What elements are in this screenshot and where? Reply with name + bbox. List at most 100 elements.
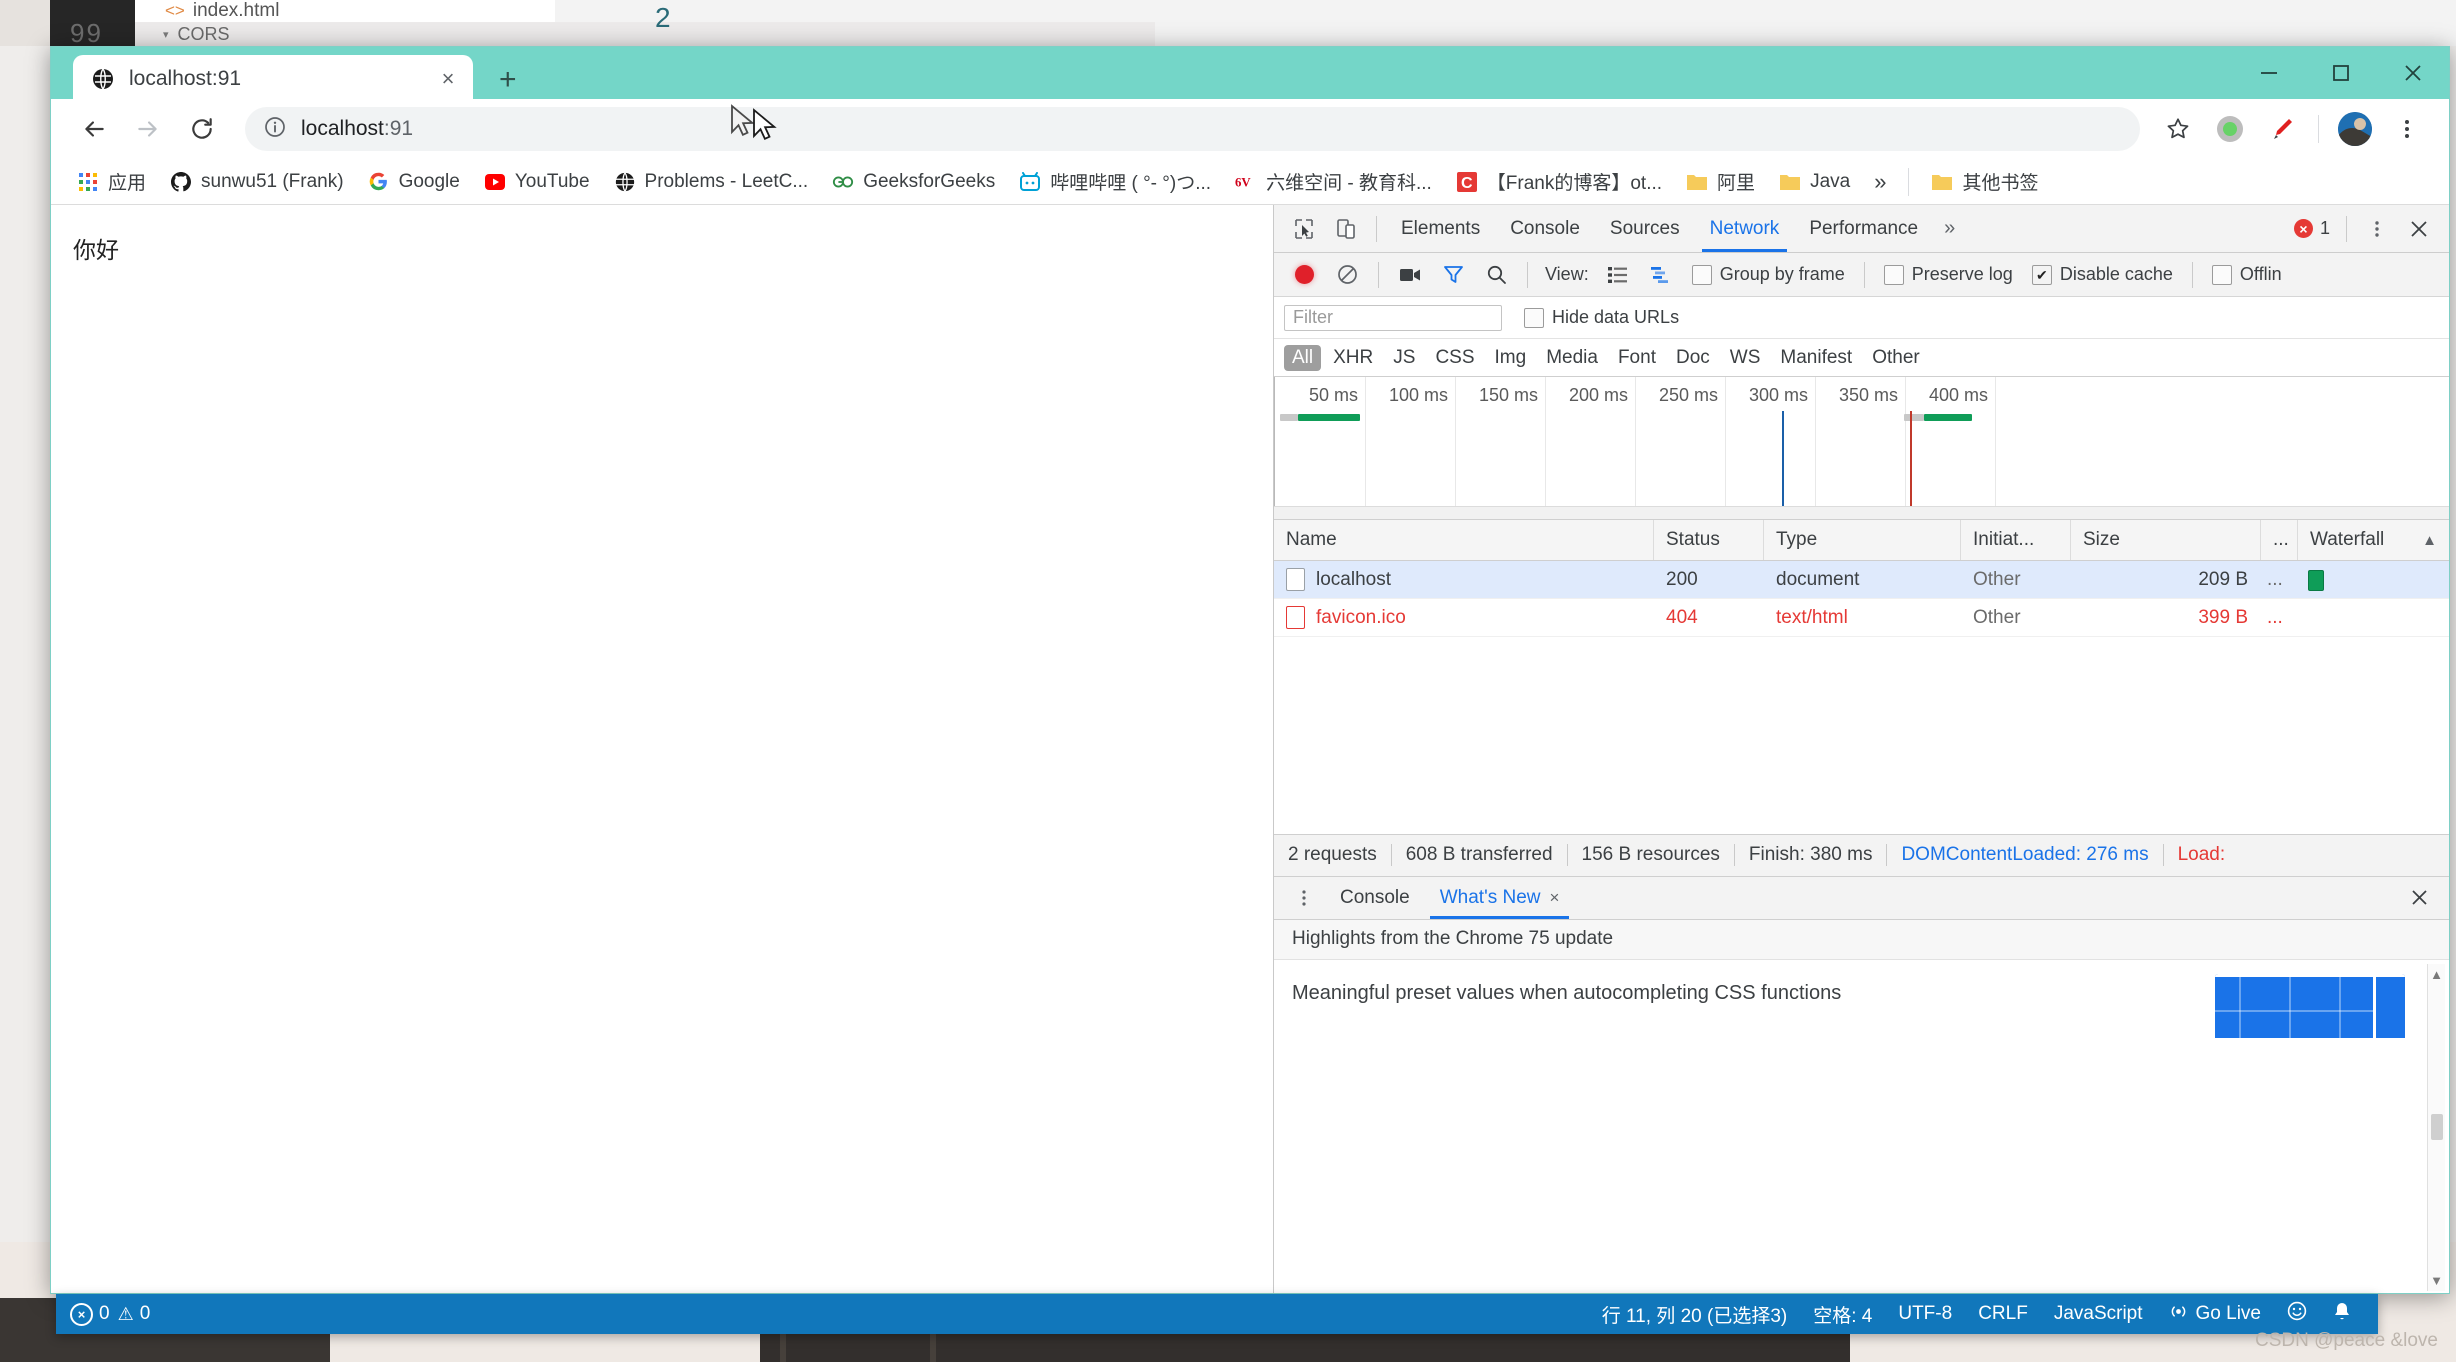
record-red-icon[interactable]	[1284, 255, 1324, 295]
type-filter-manifest[interactable]: Manifest	[1772, 345, 1860, 371]
offline-checkbox[interactable]: Offlin	[2211, 264, 2282, 285]
type-filter-doc[interactable]: Doc	[1668, 345, 1718, 371]
drawer-kebab-menu-icon[interactable]	[1284, 878, 1324, 918]
bookmarks-overflow-button[interactable]: »	[1862, 165, 1898, 199]
group-by-frame-checkbox[interactable]: Group by frame	[1691, 264, 1845, 285]
bookmark-geeksforgeeks[interactable]: GeeksforGeeks	[820, 165, 1007, 199]
drawer-tab-close-icon[interactable]: ×	[1549, 888, 1559, 908]
editor-tab-index-html[interactable]: <> index.html	[135, 0, 555, 22]
column-header-waterfall[interactable]: Waterfall ▲	[2298, 520, 2449, 560]
tab-close-icon[interactable]: ×	[435, 66, 461, 92]
status-feedback[interactable]	[2274, 1301, 2320, 1327]
summary-load: Load:	[2177, 844, 2226, 865]
status-go-live[interactable]: Go Live	[2156, 1302, 2274, 1327]
star-icon[interactable]	[2154, 105, 2202, 153]
scrollbar-thumb[interactable]	[2430, 1114, 2443, 1141]
bookmark-google[interactable]: Google	[356, 165, 472, 199]
type-filter-other[interactable]: Other	[1864, 345, 1928, 371]
profile-avatar[interactable]	[2331, 105, 2379, 153]
column-header-size[interactable]: Size	[2071, 520, 2261, 560]
pen-red-icon[interactable]	[2258, 105, 2306, 153]
column-header-status[interactable]: Status	[1654, 520, 1764, 560]
status-line-ending[interactable]: CRLF	[1965, 1303, 2041, 1325]
drawer-tab-console[interactable]: Console	[1326, 876, 1424, 919]
scroll-down-icon[interactable]: ▼	[2430, 1273, 2443, 1288]
type-filter-font[interactable]: Font	[1610, 345, 1664, 371]
window-maximize-button[interactable]	[2305, 47, 2377, 99]
device-toolbar-icon[interactable]	[1326, 209, 1366, 249]
column-header-initiator[interactable]: Initiat...	[1961, 520, 2071, 560]
window-close-button[interactable]	[2377, 47, 2449, 99]
type-filter-xhr[interactable]: XHR	[1325, 345, 1381, 371]
search-icon[interactable]	[1476, 255, 1516, 295]
devtools-tabs-overflow-icon[interactable]: »	[1934, 217, 1965, 240]
editor-breadcrumb[interactable]: ▾ CORS	[135, 22, 1155, 46]
bookmark-folder-java[interactable]: Java	[1767, 165, 1862, 199]
status-encoding[interactable]: UTF-8	[1885, 1303, 1965, 1325]
funnel-blue-icon[interactable]	[1433, 255, 1473, 295]
browser-tab[interactable]: localhost:91 ×	[73, 55, 473, 103]
devtools-tab-sources[interactable]: Sources	[1596, 206, 1694, 252]
devtools-tab-performance[interactable]: Performance	[1795, 206, 1932, 252]
drawer-scrollbar[interactable]: ▲ ▼	[2427, 963, 2445, 1291]
bookmark-apps[interactable]: 应用	[65, 165, 158, 199]
network-overview-timeline[interactable]: 50 ms 100 ms 150 ms 200 ms 250 ms 300 ms…	[1274, 377, 2449, 520]
type-filter-all[interactable]: All	[1284, 344, 1322, 371]
extension-green-icon[interactable]	[2206, 105, 2254, 153]
bookmark-folder-ali[interactable]: 阿里	[1674, 165, 1767, 199]
type-filter-img[interactable]: Img	[1487, 345, 1535, 371]
bookmark-youtube[interactable]: YouTube	[472, 165, 602, 199]
column-header-overflow[interactable]: ...	[2261, 520, 2298, 560]
type-filter-media[interactable]: Media	[1538, 345, 1606, 371]
scroll-up-icon[interactable]: ▲	[2430, 967, 2443, 982]
list-view-icon[interactable]	[1598, 255, 1638, 295]
status-problems[interactable]: × 0 ⚠ 0	[70, 1302, 163, 1326]
filter-input[interactable]: Filter	[1284, 304, 1502, 331]
error-count-badge[interactable]: × 1	[2293, 218, 2336, 239]
type-filter-js[interactable]: JS	[1385, 345, 1423, 371]
bookmark-bilibili[interactable]: 哔哩哔哩 ( °- °)つ...	[1007, 165, 1223, 199]
network-requests-table: Name Status Type Initiat... Size ... Wat…	[1274, 520, 2449, 834]
back-button[interactable]	[69, 104, 119, 154]
waterfall-view-icon[interactable]	[1641, 255, 1681, 295]
table-row[interactable]: favicon.ico 404 text/html Other 399 B ..…	[1274, 599, 2449, 637]
bookmark-leetcode[interactable]: Problems - LeetC...	[602, 165, 821, 199]
info-circle-icon[interactable]	[263, 115, 287, 144]
devtools-tab-console[interactable]: Console	[1496, 206, 1594, 252]
status-notifications[interactable]	[2320, 1301, 2364, 1327]
reload-button[interactable]	[177, 104, 227, 154]
drawer-tab-whats-new[interactable]: What's New ×	[1426, 876, 1574, 919]
inspect-element-icon[interactable]	[1284, 209, 1324, 249]
drawer-close-icon[interactable]	[2399, 878, 2439, 918]
type-filter-css[interactable]: CSS	[1427, 345, 1482, 371]
devtools-tab-network[interactable]: Network	[1696, 206, 1794, 252]
clear-no-entry-icon[interactable]	[1327, 255, 1367, 295]
bookmark-sixwei[interactable]: 6V 六维空间 - 教育科...	[1223, 165, 1444, 199]
devtools-close-icon[interactable]	[2399, 209, 2439, 249]
type-filter-ws[interactable]: WS	[1722, 345, 1769, 371]
status-indentation[interactable]: 空格: 4	[1800, 1301, 1885, 1328]
other-bookmarks-button[interactable]: 其他书签	[1919, 165, 2050, 199]
devtools-tab-elements[interactable]: Elements	[1387, 206, 1494, 252]
status-language-mode[interactable]: JavaScript	[2041, 1303, 2156, 1325]
chrome-menu-icon[interactable]	[2383, 105, 2431, 153]
preserve-log-checkbox[interactable]: Preserve log	[1883, 264, 2013, 285]
new-tab-button[interactable]: +	[499, 65, 517, 95]
table-row[interactable]: localhost 200 document Other 209 B ...	[1274, 561, 2449, 599]
window-minimize-button[interactable]	[2233, 47, 2305, 99]
forward-button[interactable]	[123, 104, 173, 154]
column-header-type[interactable]: Type	[1764, 520, 1961, 560]
hide-data-urls-checkbox[interactable]: Hide data URLs	[1524, 307, 1679, 328]
apps-grid-icon	[77, 171, 99, 193]
overview-scrollbar[interactable]	[1274, 506, 2449, 519]
column-header-name[interactable]: Name	[1274, 520, 1654, 560]
disable-cache-checkbox[interactable]: Disable cache	[2031, 264, 2173, 285]
camera-icon[interactable]	[1390, 255, 1430, 295]
bookmark-github[interactable]: sunwu51 (Frank)	[158, 165, 356, 199]
address-bar[interactable]: localhost:91	[245, 107, 2140, 151]
bookmark-csdn[interactable]: C 【Frank的博客】ot...	[1444, 165, 1674, 199]
go-live-label: Go Live	[2195, 1303, 2261, 1324]
kebab-menu-icon[interactable]	[2357, 209, 2397, 249]
status-cursor-position[interactable]: 行 11, 列 20 (已选择3)	[1589, 1301, 1800, 1328]
summary-resources: 156 B resources	[1581, 844, 1720, 865]
